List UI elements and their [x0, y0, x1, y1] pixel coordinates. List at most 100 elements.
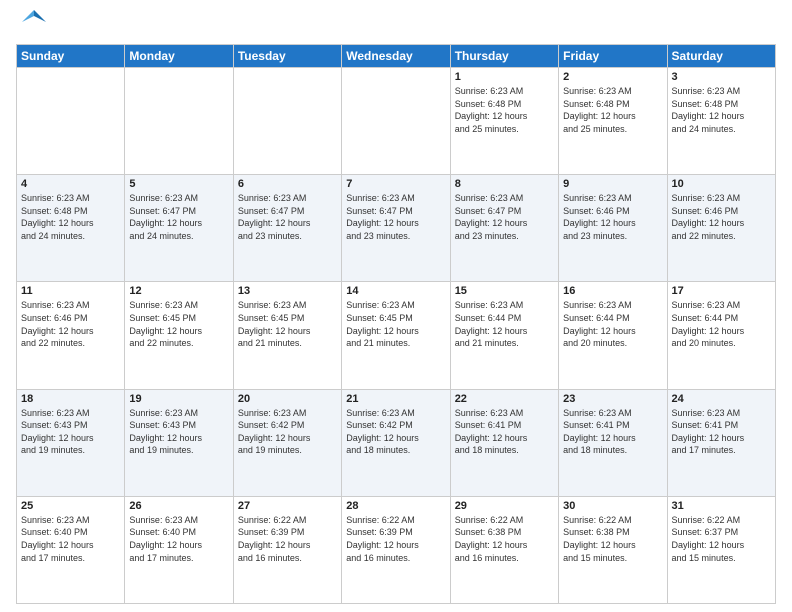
day-info: Sunrise: 6:23 AM Sunset: 6:46 PM Dayligh… [672, 192, 771, 242]
day-info: Sunrise: 6:22 AM Sunset: 6:37 PM Dayligh… [672, 514, 771, 564]
day-info: Sunrise: 6:23 AM Sunset: 6:48 PM Dayligh… [563, 85, 662, 135]
day-number: 24 [672, 393, 771, 405]
calendar-cell: 9 Sunrise: 6:23 AM Sunset: 6:46 PM Daylig… [559, 175, 667, 282]
day-header-wednesday: Wednesday [342, 45, 450, 68]
day-number: 27 [238, 500, 337, 512]
calendar-cell: 18Sunrise: 6:23 AM Sunset: 6:43 PM Dayli… [17, 389, 125, 496]
day-number: 8 [455, 178, 554, 190]
day-info: Sunrise: 6:23 AM Sunset: 6:41 PM Dayligh… [672, 407, 771, 457]
day-number: 10 [672, 178, 771, 190]
calendar-cell: 31 Sunrise: 6:22 AM Sunset: 6:37 PM Dayli… [667, 496, 775, 603]
day-number: 6 [238, 178, 337, 190]
header [16, 12, 776, 36]
calendar-cell: 17 Sunrise: 6:23 AM Sunset: 6:44 PM Dayli… [667, 282, 775, 389]
day-info: Sunrise: 6:23 AM Sunset: 6:45 PM Dayligh… [346, 299, 445, 349]
day-number: 31 [672, 500, 771, 512]
calendar-cell: 21Sunrise: 6:23 AM Sunset: 6:42 PM Dayli… [342, 389, 450, 496]
day-header-sunday: Sunday [17, 45, 125, 68]
day-header-friday: Friday [559, 45, 667, 68]
day-number: 1 [455, 71, 554, 83]
day-info: Sunrise: 6:23 AM Sunset: 6:44 PM Dayligh… [455, 299, 554, 349]
calendar-cell: 10 Sunrise: 6:23 AM Sunset: 6:46 PM Dayli… [667, 175, 775, 282]
day-info: Sunrise: 6:23 AM Sunset: 6:48 PM Dayligh… [21, 192, 120, 242]
day-number: 19 [129, 393, 228, 405]
calendar-cell: 23 Sunrise: 6:23 AM Sunset: 6:41 PM Dayli… [559, 389, 667, 496]
day-info: Sunrise: 6:23 AM Sunset: 6:40 PM Dayligh… [129, 514, 228, 564]
calendar-cell: 6 Sunrise: 6:23 AM Sunset: 6:47 PM Daylig… [233, 175, 341, 282]
calendar-cell: 22 Sunrise: 6:23 AM Sunset: 6:41 PM Dayli… [450, 389, 558, 496]
calendar-cell [342, 68, 450, 175]
calendar-cell: 1 Sunrise: 6:23 AM Sunset: 6:48 PM Daylig… [450, 68, 558, 175]
page: SundayMondayTuesdayWednesdayThursdayFrid… [0, 0, 792, 612]
calendar-table: SundayMondayTuesdayWednesdayThursdayFrid… [16, 44, 776, 604]
calendar-week-row: 4 Sunrise: 6:23 AM Sunset: 6:48 PM Daylig… [17, 175, 776, 282]
day-number: 22 [455, 393, 554, 405]
day-number: 13 [238, 285, 337, 297]
day-number: 26 [129, 500, 228, 512]
day-info: Sunrise: 6:23 AM Sunset: 6:41 PM Dayligh… [563, 407, 662, 457]
calendar-cell: 25 Sunrise: 6:23 AM Sunset: 6:40 PM Dayli… [17, 496, 125, 603]
day-number: 2 [563, 71, 662, 83]
day-info: Sunrise: 6:23 AM Sunset: 6:47 PM Dayligh… [129, 192, 228, 242]
day-number: 29 [455, 500, 554, 512]
calendar-week-row: 1 Sunrise: 6:23 AM Sunset: 6:48 PM Daylig… [17, 68, 776, 175]
day-info: Sunrise: 6:23 AM Sunset: 6:45 PM Dayligh… [238, 299, 337, 349]
day-info: Sunrise: 6:23 AM Sunset: 6:43 PM Dayligh… [129, 407, 228, 457]
day-info: Sunrise: 6:23 AM Sunset: 6:44 PM Dayligh… [672, 299, 771, 349]
calendar-cell: 19 Sunrise: 6:23 AM Sunset: 6:43 PM Dayli… [125, 389, 233, 496]
calendar-cell: 27 Sunrise: 6:22 AM Sunset: 6:39 PM Dayli… [233, 496, 341, 603]
day-info: Sunrise: 6:22 AM Sunset: 6:39 PM Dayligh… [238, 514, 337, 564]
day-number: 30 [563, 500, 662, 512]
calendar-week-row: 11 Sunrise: 6:23 AM Sunset: 6:46 PM Dayli… [17, 282, 776, 389]
day-number: 12 [129, 285, 228, 297]
day-number: 11 [21, 285, 120, 297]
day-header-tuesday: Tuesday [233, 45, 341, 68]
calendar-cell: 13 Sunrise: 6:23 AM Sunset: 6:45 PM Dayli… [233, 282, 341, 389]
calendar-cell: 15Sunrise: 6:23 AM Sunset: 6:44 PM Dayli… [450, 282, 558, 389]
day-info: Sunrise: 6:23 AM Sunset: 6:44 PM Dayligh… [563, 299, 662, 349]
calendar-cell [125, 68, 233, 175]
calendar-cell: 11 Sunrise: 6:23 AM Sunset: 6:46 PM Dayli… [17, 282, 125, 389]
day-header-monday: Monday [125, 45, 233, 68]
calendar-cell: 16 Sunrise: 6:23 AM Sunset: 6:44 PM Dayli… [559, 282, 667, 389]
day-info: Sunrise: 6:23 AM Sunset: 6:41 PM Dayligh… [455, 407, 554, 457]
calendar-cell [233, 68, 341, 175]
day-number: 25 [21, 500, 120, 512]
calendar-cell: 14 Sunrise: 6:23 AM Sunset: 6:45 PM Dayli… [342, 282, 450, 389]
day-number: 20 [238, 393, 337, 405]
day-number: 3 [672, 71, 771, 83]
calendar-cell: 12Sunrise: 6:23 AM Sunset: 6:45 PM Dayli… [125, 282, 233, 389]
day-number: 4 [21, 178, 120, 190]
calendar-cell [17, 68, 125, 175]
calendar-cell: 8 Sunrise: 6:23 AM Sunset: 6:47 PM Daylig… [450, 175, 558, 282]
day-info: Sunrise: 6:22 AM Sunset: 6:39 PM Dayligh… [346, 514, 445, 564]
day-number: 17 [672, 285, 771, 297]
calendar-cell: 30Sunrise: 6:22 AM Sunset: 6:38 PM Dayli… [559, 496, 667, 603]
day-header-thursday: Thursday [450, 45, 558, 68]
day-info: Sunrise: 6:23 AM Sunset: 6:48 PM Dayligh… [455, 85, 554, 135]
day-info: Sunrise: 6:23 AM Sunset: 6:40 PM Dayligh… [21, 514, 120, 564]
calendar-cell: 3 Sunrise: 6:23 AM Sunset: 6:48 PM Daylig… [667, 68, 775, 175]
day-info: Sunrise: 6:23 AM Sunset: 6:46 PM Dayligh… [21, 299, 120, 349]
day-info: Sunrise: 6:23 AM Sunset: 6:47 PM Dayligh… [455, 192, 554, 242]
day-info: Sunrise: 6:23 AM Sunset: 6:47 PM Dayligh… [346, 192, 445, 242]
day-number: 9 [563, 178, 662, 190]
day-number: 14 [346, 285, 445, 297]
day-info: Sunrise: 6:22 AM Sunset: 6:38 PM Dayligh… [455, 514, 554, 564]
calendar-cell: 26 Sunrise: 6:23 AM Sunset: 6:40 PM Dayli… [125, 496, 233, 603]
day-number: 7 [346, 178, 445, 190]
day-number: 16 [563, 285, 662, 297]
logo-icon [20, 8, 48, 36]
day-info: Sunrise: 6:23 AM Sunset: 6:46 PM Dayligh… [563, 192, 662, 242]
logo-area [16, 12, 48, 36]
calendar-cell: 24 Sunrise: 6:23 AM Sunset: 6:41 PM Dayli… [667, 389, 775, 496]
day-number: 21 [346, 393, 445, 405]
calendar-cell: 5 Sunrise: 6:23 AM Sunset: 6:47 PM Daylig… [125, 175, 233, 282]
day-number: 23 [563, 393, 662, 405]
day-info: Sunrise: 6:23 AM Sunset: 6:48 PM Dayligh… [672, 85, 771, 135]
day-header-saturday: Saturday [667, 45, 775, 68]
day-info: Sunrise: 6:23 AM Sunset: 6:47 PM Dayligh… [238, 192, 337, 242]
day-number: 28 [346, 500, 445, 512]
day-number: 5 [129, 178, 228, 190]
calendar-cell: 20Sunrise: 6:23 AM Sunset: 6:42 PM Dayli… [233, 389, 341, 496]
